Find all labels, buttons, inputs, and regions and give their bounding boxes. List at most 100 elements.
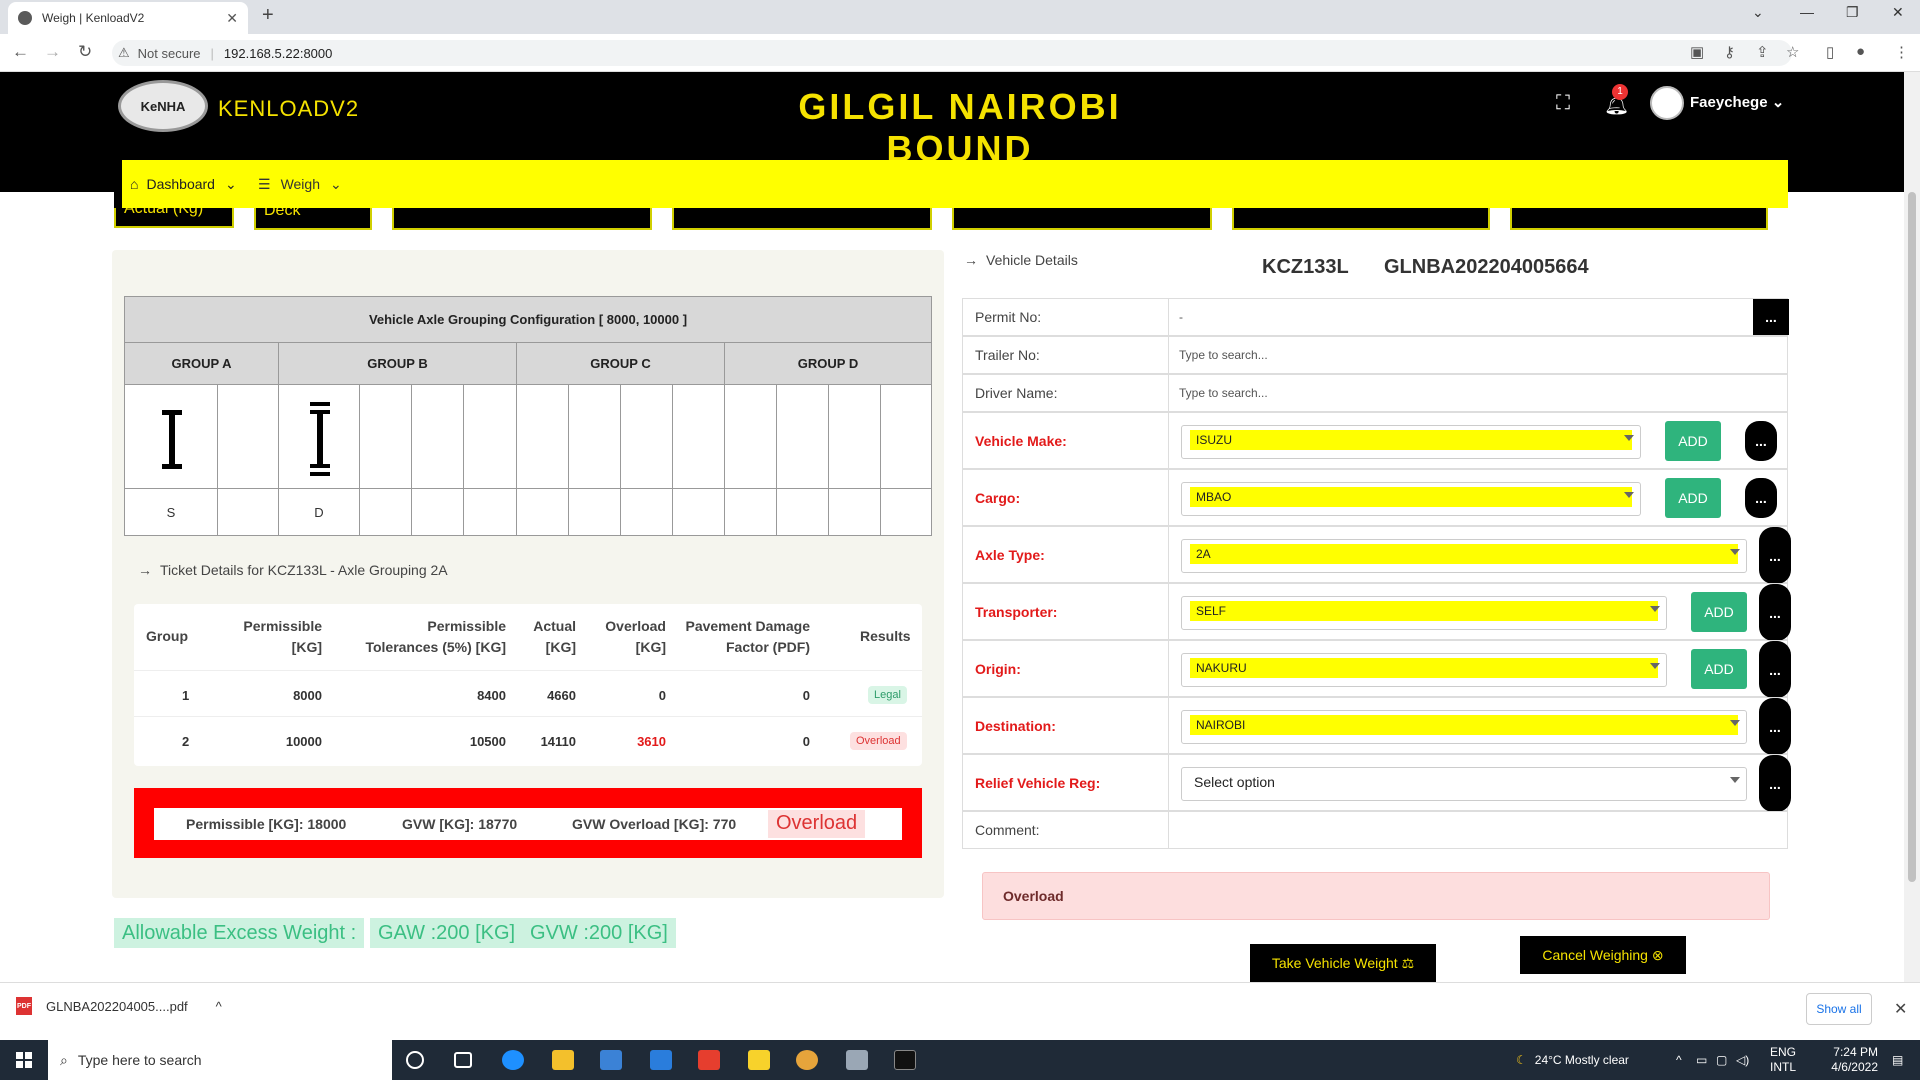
back-icon[interactable]: ← [12, 42, 29, 62]
destination-select[interactable]: NAIROBI [1181, 710, 1747, 744]
download-bar-close-icon[interactable]: ✕ [1894, 999, 1907, 1019]
cargo-label: Cargo: [963, 470, 1169, 525]
axle-type-select[interactable]: 2A [1181, 539, 1747, 573]
language-indicator[interactable]: ENG INTL [1770, 1040, 1796, 1080]
chevron-up-icon[interactable]: ^ [216, 999, 222, 1014]
forward-icon[interactable]: → [44, 42, 61, 62]
take-weight-button[interactable]: Take Vehicle Weight ⚖ [1250, 944, 1436, 982]
share-icon[interactable]: ⇪ [1756, 43, 1769, 61]
permit-more-button[interactable]: ... [1753, 299, 1789, 335]
make-select[interactable]: ISUZU [1181, 425, 1641, 459]
cargo-select[interactable]: MBAO [1181, 482, 1641, 516]
clock[interactable]: 7:24 PM 4/6/2022 [1820, 1040, 1878, 1080]
url-text: 192.168.5.22:8000 [223, 45, 333, 61]
comment-input[interactable] [1179, 812, 1779, 848]
axle-cell [360, 385, 412, 489]
store-icon[interactable] [600, 1050, 622, 1070]
station-title: GILGIL NAIROBI BOUND [798, 86, 1122, 169]
new-tab-button[interactable]: + [262, 4, 274, 27]
cortana-icon[interactable] [406, 1051, 424, 1069]
network-icon[interactable]: ▭ [1696, 1040, 1707, 1080]
transporter-more-button[interactable]: ... [1759, 584, 1791, 641]
origin-more-button[interactable]: ... [1759, 641, 1791, 698]
profile-icon[interactable]: ● [1856, 43, 1865, 60]
sticky-notes-icon[interactable] [748, 1050, 770, 1070]
axle-label [621, 489, 673, 535]
driver-row: Driver Name: Type to search... [962, 374, 1788, 412]
ticket-results-table: Group Permissible [KG] Permissible Toler… [134, 604, 922, 766]
axle-cell [673, 385, 725, 489]
scrollbar-thumb[interactable] [1908, 192, 1916, 882]
anydesk-icon[interactable] [698, 1050, 720, 1070]
reload-icon[interactable]: ↻ [78, 42, 92, 62]
allowable-gvw: GVW :200 [KG] [522, 918, 676, 948]
notification-center-icon[interactable]: ▤ [1892, 1040, 1903, 1080]
window-close-icon[interactable]: ✕ [1892, 4, 1904, 21]
trailer-search-input[interactable]: Type to search... [1179, 337, 1268, 373]
cell-permissible: 10000 [285, 734, 322, 749]
cargo-more-button[interactable]: ... [1745, 478, 1777, 518]
key-icon[interactable]: ⚷ [1724, 43, 1735, 61]
make-more-button[interactable]: ... [1745, 421, 1777, 461]
make-add-button[interactable]: ADD [1665, 421, 1721, 461]
url-field[interactable]: ⚠ Not secure | 192.168.5.22:8000 [112, 40, 1792, 66]
nav-weigh[interactable]: ☰ Weigh ⌄ [258, 160, 342, 208]
tray-chevron-icon[interactable]: ^ [1676, 1040, 1682, 1080]
cell-pdf: 0 [802, 688, 810, 703]
cargo-add-button[interactable]: ADD [1665, 478, 1721, 518]
windows-start-icon[interactable] [16, 1052, 32, 1068]
make-row: Vehicle Make: ISUZU ADD ... [962, 412, 1788, 469]
axle-type-more-button[interactable]: ... [1759, 527, 1791, 584]
dropdown-arrow-icon [1730, 720, 1740, 726]
task-view-icon[interactable] [454, 1052, 472, 1068]
weather-widget[interactable]: ☾ 24°C Mostly clear [1516, 1040, 1629, 1080]
cancel-weighing-button[interactable]: Cancel Weighing ⊗ [1520, 936, 1686, 974]
taskbar-search[interactable]: ⌕ Type here to search [48, 1040, 392, 1080]
axle-cell [881, 385, 931, 489]
group-c-header: GROUP C [517, 343, 725, 385]
cast-icon[interactable]: ▣ [1690, 43, 1704, 61]
terminal-icon[interactable] [894, 1050, 916, 1070]
user-menu[interactable]: Faeychege ⌄ [1690, 93, 1784, 111]
bookmark-star-icon[interactable]: ☆ [1786, 43, 1799, 61]
tab-close-icon[interactable]: ✕ [226, 10, 238, 27]
avatar[interactable] [1650, 86, 1684, 120]
driver-label: Driver Name: [963, 375, 1169, 411]
kenha-logo[interactable]: KeNHA [118, 80, 208, 132]
restore-icon[interactable]: ❐ [1846, 4, 1859, 21]
edge-icon[interactable] [502, 1050, 524, 1070]
page-scrollbar[interactable] [1904, 72, 1920, 982]
show-all-button[interactable]: Show all [1806, 993, 1872, 1025]
relief-select[interactable]: Select option [1181, 767, 1747, 801]
menu-icon[interactable]: ⋮ [1894, 43, 1909, 61]
mail-icon[interactable] [650, 1050, 672, 1070]
browser-tab[interactable]: Weigh | KenloadV2 ✕ [8, 2, 248, 34]
minimize-icon[interactable]: — [1800, 4, 1814, 20]
fullscreen-icon[interactable]: ⛶ [1556, 92, 1570, 115]
ticket-number: GLNBA202204005664 [1384, 256, 1589, 278]
relief-more-button[interactable]: ... [1759, 755, 1791, 812]
chrome-icon[interactable] [796, 1050, 818, 1070]
transporter-add-button[interactable]: ADD [1691, 592, 1747, 632]
transporter-select[interactable]: SELF [1181, 596, 1667, 630]
allowable-excess-label: Allowable Excess Weight : [114, 918, 365, 948]
destination-more-button[interactable]: ... [1759, 698, 1791, 755]
transporter-label: Transporter: [963, 584, 1169, 639]
origin-add-button[interactable]: ADD [1691, 649, 1747, 689]
driver-search-input[interactable]: Type to search... [1179, 375, 1268, 411]
nav-dashboard[interactable]: ⌂ Dashboard ⌄ [114, 160, 252, 208]
download-item[interactable]: PDF GLNBA202204005....pdf ^ [16, 997, 222, 1015]
sidepanel-icon[interactable]: ▯ [1826, 43, 1834, 61]
volume-icon[interactable]: ◁) [1736, 1040, 1749, 1080]
axle-label [360, 489, 412, 535]
app-icon[interactable] [846, 1050, 868, 1070]
file-explorer-icon[interactable] [552, 1050, 574, 1070]
tab-search-icon[interactable]: ⌄ [1752, 4, 1764, 21]
arrow-right-icon: → [964, 252, 978, 268]
origin-select[interactable]: NAKURU [1181, 653, 1667, 687]
axle-label [517, 489, 569, 535]
chevron-down-icon: ⌄ [330, 175, 342, 192]
col-overload: Overload [KG] [605, 618, 666, 655]
display-icon[interactable]: ▢ [1716, 1040, 1727, 1080]
col-group: Group [146, 628, 188, 644]
